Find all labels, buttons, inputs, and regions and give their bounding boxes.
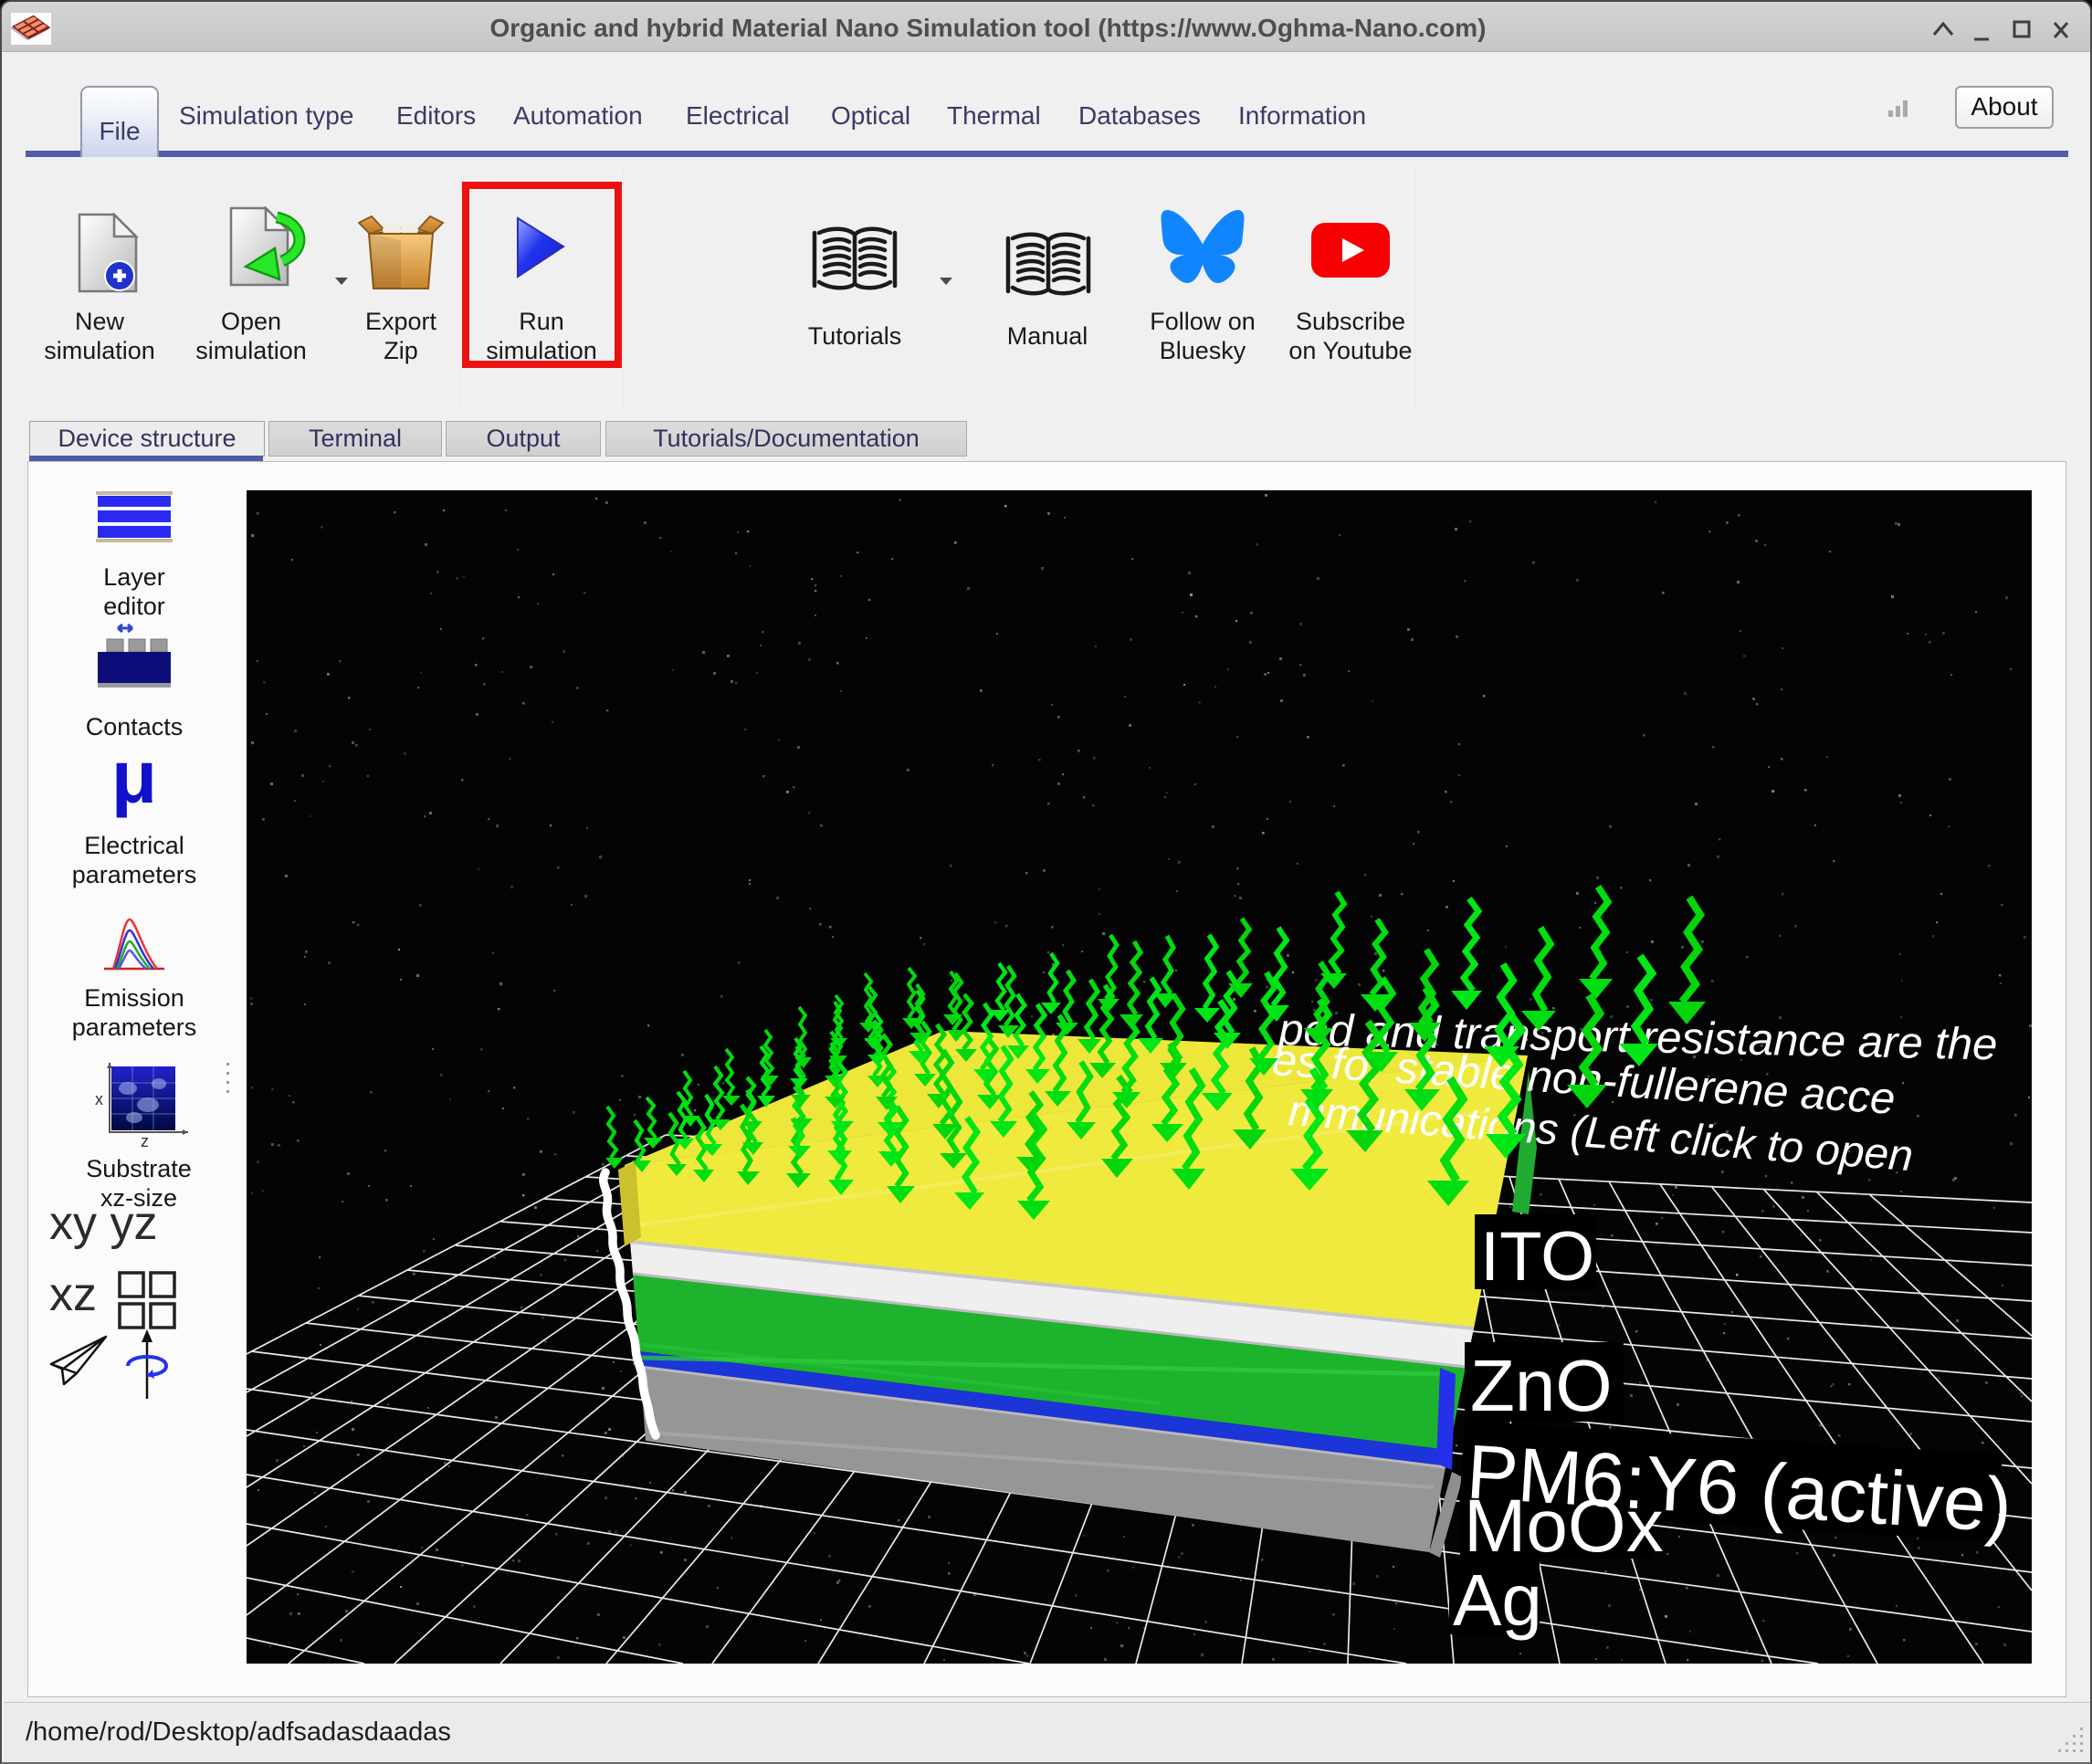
svg-text:z: z [141, 1132, 149, 1148]
svg-text:ITO: ITO [1480, 1218, 1594, 1296]
svg-text:ZnO: ZnO [1470, 1345, 1613, 1426]
svg-text:x: x [95, 1090, 103, 1108]
svg-text:MoOx: MoOx [1464, 1485, 1664, 1568]
svg-text:Ag: Ag [1453, 1559, 1542, 1641]
